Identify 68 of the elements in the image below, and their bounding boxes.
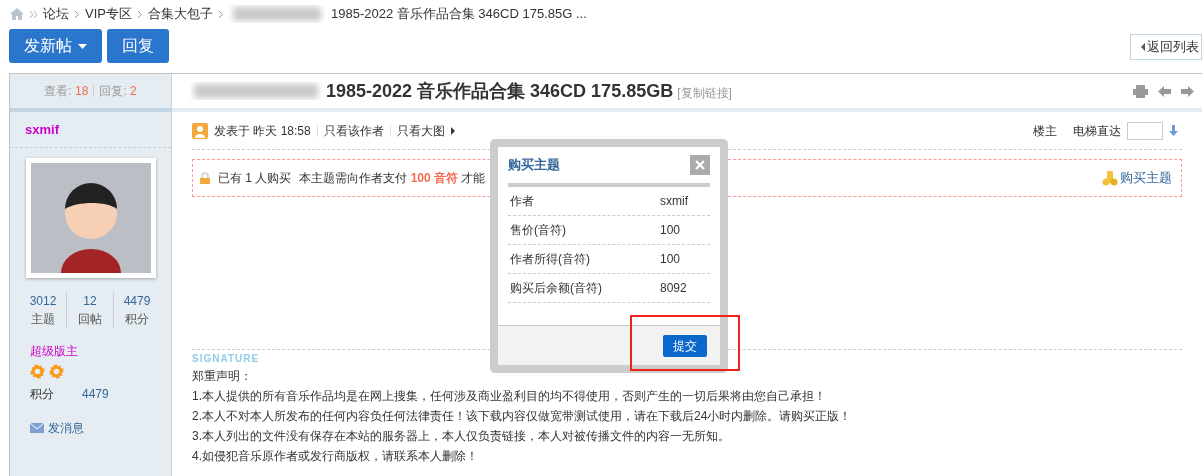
envelope-icon: [30, 423, 44, 433]
caret-icon: [1141, 43, 1145, 51]
submit-button[interactable]: 提交: [663, 334, 707, 357]
home-icon[interactable]: [10, 8, 24, 20]
row-value: 100: [660, 222, 681, 239]
toolbar-button[interactable]: 回复: [107, 29, 169, 63]
points-value: 4479: [82, 386, 109, 403]
arrow-right-icon[interactable]: [1181, 85, 1194, 97]
points-label: 积分: [30, 386, 54, 403]
jump-label: 电梯直达: [1073, 122, 1121, 140]
user-icon: [192, 122, 208, 139]
copy-link[interactable]: [复制链接]: [677, 84, 732, 102]
row-label: 作者: [510, 193, 535, 210]
close-button[interactable]: [690, 155, 710, 175]
dialog-title: 购买主题: [508, 156, 560, 175]
signature-line: 1.本人提供的所有音乐作品均是在网上搜集，任何涉及商业盈利目的均不得使用，否则产生的一切后果将由您自己承担！: [192, 388, 827, 405]
back-to-list-button[interactable]: 返回列表: [1130, 34, 1202, 60]
stat-value[interactable]: 12: [83, 292, 97, 310]
avatar-silhouette-icon: [31, 163, 151, 273]
signature-line: 4.如侵犯音乐原作者或发行商版权，请联系本人删除！: [192, 448, 479, 465]
user-group[interactable]: 超级版主: [30, 342, 171, 360]
stat-label: 主题: [31, 311, 55, 328]
signature-line: 郑重声明：: [192, 368, 253, 385]
chevron-icon: [218, 10, 223, 18]
thread-title: 1985-2022 音乐作品合集 346CD 175.85GB: [326, 79, 674, 103]
buy-topic-link[interactable]: 购买主题: [1102, 168, 1172, 188]
avatar-frame[interactable]: [26, 158, 156, 278]
stat-value[interactable]: 3012: [29, 292, 57, 310]
sun-icon: [49, 364, 64, 379]
send-message-link[interactable]: 发消息: [30, 419, 171, 437]
chevron-icon: [75, 10, 79, 18]
author-name[interactable]: sxmif: [25, 119, 59, 140]
breadcrumb-current: 1985-2022 音乐作品合集 346CD 175.85G ...: [330, 5, 587, 24]
breadcrumb-link[interactable]: VIP专区: [85, 4, 132, 24]
stat-label: 回帖: [78, 311, 102, 328]
row-value: 100: [660, 251, 681, 268]
views-count: 查看: 18: [44, 83, 89, 100]
close-icon: [695, 160, 705, 170]
breadcrumb-link[interactable]: 论坛: [43, 4, 69, 24]
row-value: sxmif: [660, 193, 688, 210]
breadcrumb-link[interactable]: 合集大包子: [147, 4, 213, 24]
price-notice: 本主题需向作者支付 100 音符 才能: [299, 170, 486, 187]
post-time: 发表于 昨天 18:58: [214, 122, 311, 140]
stat-value[interactable]: 4479: [123, 292, 151, 310]
row-label: 购买后余额(音符): [510, 280, 603, 297]
stat-label: 积分: [125, 311, 149, 328]
chevron-icon: [137, 10, 142, 18]
row-label: 作者所得(音符): [510, 251, 591, 268]
coins-icon: [1102, 170, 1118, 186]
filter-link[interactable]: 只看大图: [396, 121, 445, 140]
signature-line: 3.本人列出的文件没有保存在本站的服务器上，本人仅负责链接，本人对被传播文件的内容一无所知。: [192, 428, 731, 445]
caret-icon: [450, 126, 455, 135]
replies-count: 回复: 2: [99, 83, 137, 100]
double-chevron-icon: [30, 10, 37, 18]
lock-icon: [200, 172, 210, 184]
toolbar-button[interactable]: 发新帖: [9, 29, 102, 63]
row-label: 售价(音符): [510, 222, 567, 239]
signature-heading: SIGNATURE: [192, 352, 261, 366]
floor-input[interactable]: [1127, 121, 1163, 140]
filter-link[interactable]: 只看该作者: [323, 121, 384, 140]
row-value: 8092: [660, 280, 687, 297]
caret-icon: [78, 43, 87, 49]
floor-label: 楼主: [1033, 122, 1057, 140]
arrow-down-icon[interactable]: [1169, 125, 1178, 136]
sun-icon: [30, 364, 45, 379]
arrow-left-icon[interactable]: [1158, 85, 1171, 97]
signature-line: 2.本人不对本人所发布的任何内容负任何法律责任！该下载内容仅做宽带测试使用，请在下载后24小时内删除。请购买正版！: [192, 408, 853, 425]
buyers-count: 已有 1 人购买: [218, 170, 292, 187]
